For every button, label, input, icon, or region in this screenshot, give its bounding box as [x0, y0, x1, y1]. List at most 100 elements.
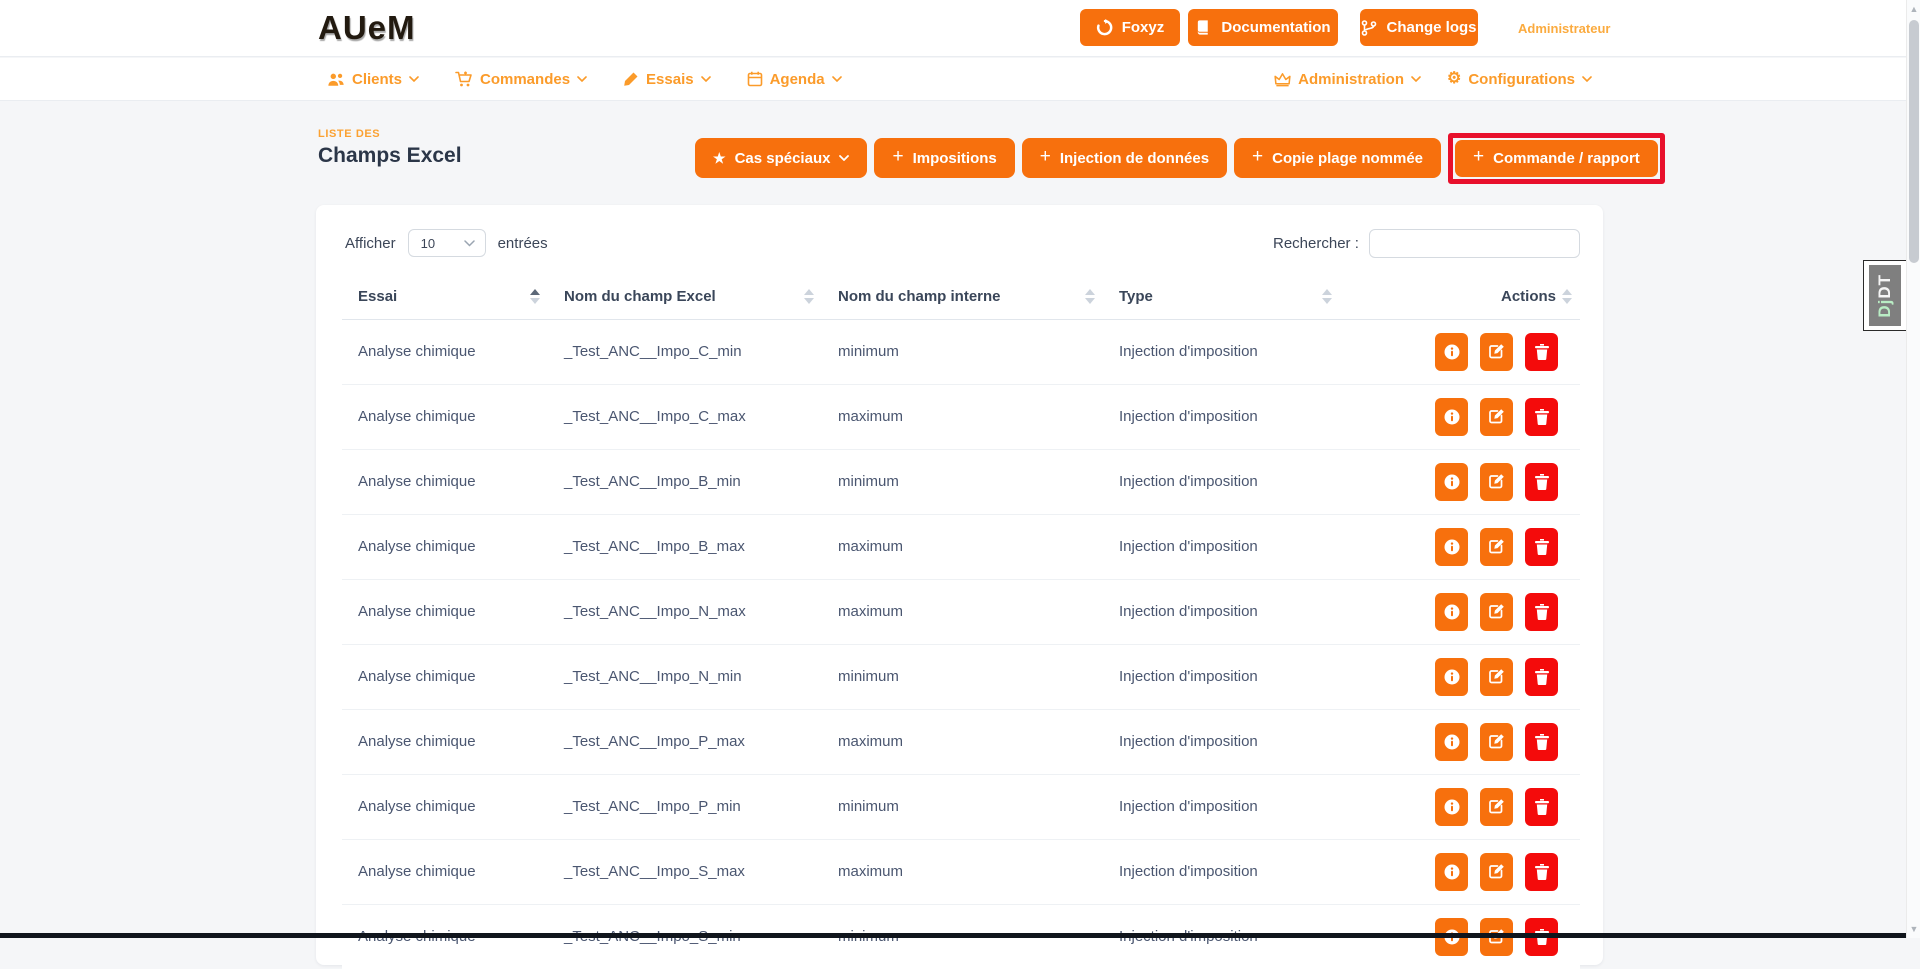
- injection-donnees-button[interactable]: + Injection de données: [1022, 138, 1227, 178]
- cell-champ-excel: _Test_ANC__Impo_N_max: [548, 579, 822, 644]
- nav-clients-label: Clients: [352, 71, 402, 88]
- info-button[interactable]: [1435, 658, 1468, 696]
- app-logo[interactable]: AUeM: [318, 9, 416, 47]
- commande-rapport-button[interactable]: + Commande / rapport: [1455, 140, 1658, 177]
- cell-essai: Analyse chimique: [342, 839, 548, 904]
- cell-type: Injection d'imposition: [1103, 384, 1340, 449]
- cell-type: Injection d'imposition: [1103, 839, 1340, 904]
- cell-essai: Analyse chimique: [342, 644, 548, 709]
- page-length-select[interactable]: 10: [408, 229, 486, 257]
- delete-button[interactable]: [1525, 593, 1558, 631]
- foxyz-label: Foxyz: [1122, 19, 1165, 36]
- scrollbar-thumb[interactable]: [1909, 20, 1919, 263]
- cell-champ-interne: minimum: [822, 319, 1103, 384]
- info-icon: [1443, 863, 1461, 881]
- delete-button[interactable]: [1525, 723, 1558, 761]
- edit-button[interactable]: [1480, 593, 1513, 631]
- page-length-control: Afficher 10 entrées: [345, 229, 548, 257]
- info-button[interactable]: [1435, 853, 1468, 891]
- column-header-type[interactable]: Type: [1103, 275, 1340, 319]
- edit-button[interactable]: [1480, 528, 1513, 566]
- edit-icon: [1488, 538, 1505, 555]
- cell-essai: Analyse chimique: [342, 774, 548, 839]
- edit-button[interactable]: [1480, 463, 1513, 501]
- edit-icon: [1488, 668, 1505, 685]
- edit-icon: [1488, 733, 1505, 750]
- trash-icon: [1534, 538, 1550, 555]
- change-logs-button[interactable]: Change logs: [1360, 9, 1478, 46]
- search-input[interactable]: [1369, 229, 1580, 258]
- cas-speciaux-label: Cas spéciaux: [735, 150, 831, 167]
- commande-rapport-label: Commande / rapport: [1493, 150, 1640, 167]
- table-row: Analyse chimique _Test_ANC__Impo_S_max m…: [342, 839, 1580, 904]
- nav-item-commandes[interactable]: Commandes: [455, 71, 587, 88]
- info-icon: [1443, 538, 1461, 556]
- cell-champ-interne: maximum: [822, 839, 1103, 904]
- plus-icon: +: [892, 146, 903, 168]
- cell-champ-excel: _Test_ANC__Impo_N_min: [548, 644, 822, 709]
- edit-button[interactable]: [1480, 723, 1513, 761]
- django-debug-toolbar-handle[interactable]: DjDT: [1863, 260, 1906, 331]
- cell-champ-excel: _Test_ANC__Impo_P_min: [548, 774, 822, 839]
- edit-button[interactable]: [1480, 658, 1513, 696]
- delete-button[interactable]: [1525, 398, 1558, 436]
- foxyz-button[interactable]: Foxyz: [1080, 9, 1180, 46]
- trash-icon: [1534, 798, 1550, 815]
- delete-button[interactable]: [1525, 658, 1558, 696]
- cell-type: Injection d'imposition: [1103, 579, 1340, 644]
- plus-icon: +: [1040, 146, 1051, 168]
- entries-label: entrées: [498, 235, 548, 252]
- edit-button[interactable]: [1480, 788, 1513, 826]
- chevron-down-icon: [1582, 76, 1592, 82]
- nav-agenda-label: Agenda: [770, 71, 825, 88]
- nav-item-essais[interactable]: Essais: [623, 71, 711, 88]
- cell-champ-excel: _Test_ANC__Impo_C_min: [548, 319, 822, 384]
- column-header-champ-interne[interactable]: Nom du champ interne: [822, 275, 1103, 319]
- delete-button[interactable]: [1525, 333, 1558, 371]
- user-role-badge[interactable]: Administrateur: [1518, 21, 1610, 36]
- info-icon: [1443, 343, 1461, 361]
- info-button[interactable]: [1435, 788, 1468, 826]
- info-button[interactable]: [1435, 398, 1468, 436]
- nav-item-clients[interactable]: Clients: [327, 71, 419, 88]
- nav-item-configurations[interactable]: ⚙ Configurations: [1447, 71, 1592, 88]
- impositions-label: Impositions: [913, 150, 997, 167]
- scroll-up-arrow[interactable]: ▲: [1909, 4, 1919, 14]
- info-button[interactable]: [1435, 528, 1468, 566]
- table-row: Analyse chimique _Test_ANC__Impo_P_max m…: [342, 709, 1580, 774]
- delete-button[interactable]: [1525, 853, 1558, 891]
- info-button[interactable]: [1435, 333, 1468, 371]
- row-actions: [1356, 853, 1572, 891]
- cas-speciaux-button[interactable]: ★ Cas spéciaux: [695, 138, 867, 178]
- cell-type: Injection d'imposition: [1103, 644, 1340, 709]
- table-row: Analyse chimique _Test_ANC__Impo_N_max m…: [342, 579, 1580, 644]
- scroll-down-arrow[interactable]: ▼: [1909, 924, 1919, 934]
- delete-button[interactable]: [1525, 463, 1558, 501]
- copie-plage-button[interactable]: + Copie plage nommée: [1234, 138, 1441, 178]
- impositions-button[interactable]: + Impositions: [874, 138, 1014, 178]
- cell-champ-excel: _Test_ANC__Impo_S_max: [548, 839, 822, 904]
- delete-button[interactable]: [1525, 528, 1558, 566]
- edit-button[interactable]: [1480, 853, 1513, 891]
- column-header-essai[interactable]: Essai: [342, 275, 548, 319]
- edit-button[interactable]: [1480, 333, 1513, 371]
- table-header-row: Essai Nom du champ Excel Nom du champ in…: [342, 275, 1580, 319]
- search-label: Rechercher :: [1273, 235, 1359, 252]
- table-card: Afficher 10 entrées Rechercher : Essai N…: [316, 205, 1603, 965]
- info-button[interactable]: [1435, 723, 1468, 761]
- nav-item-agenda[interactable]: Agenda: [747, 71, 842, 88]
- edit-button[interactable]: [1480, 398, 1513, 436]
- column-header-champ-excel[interactable]: Nom du champ Excel: [548, 275, 822, 319]
- column-header-actions[interactable]: Actions: [1340, 275, 1580, 319]
- plus-icon: +: [1252, 146, 1263, 168]
- delete-button[interactable]: [1525, 788, 1558, 826]
- show-label: Afficher: [345, 235, 396, 252]
- cell-type: Injection d'imposition: [1103, 319, 1340, 384]
- info-button[interactable]: [1435, 463, 1468, 501]
- nav-item-administration[interactable]: Administration: [1274, 71, 1421, 88]
- info-button[interactable]: [1435, 593, 1468, 631]
- nav-left-group: Clients Commandes Essais Agenda: [327, 58, 842, 100]
- documentation-button[interactable]: Documentation: [1188, 9, 1338, 46]
- cell-type: Injection d'imposition: [1103, 449, 1340, 514]
- vertical-scrollbar[interactable]: ▲ ▼: [1906, 0, 1920, 938]
